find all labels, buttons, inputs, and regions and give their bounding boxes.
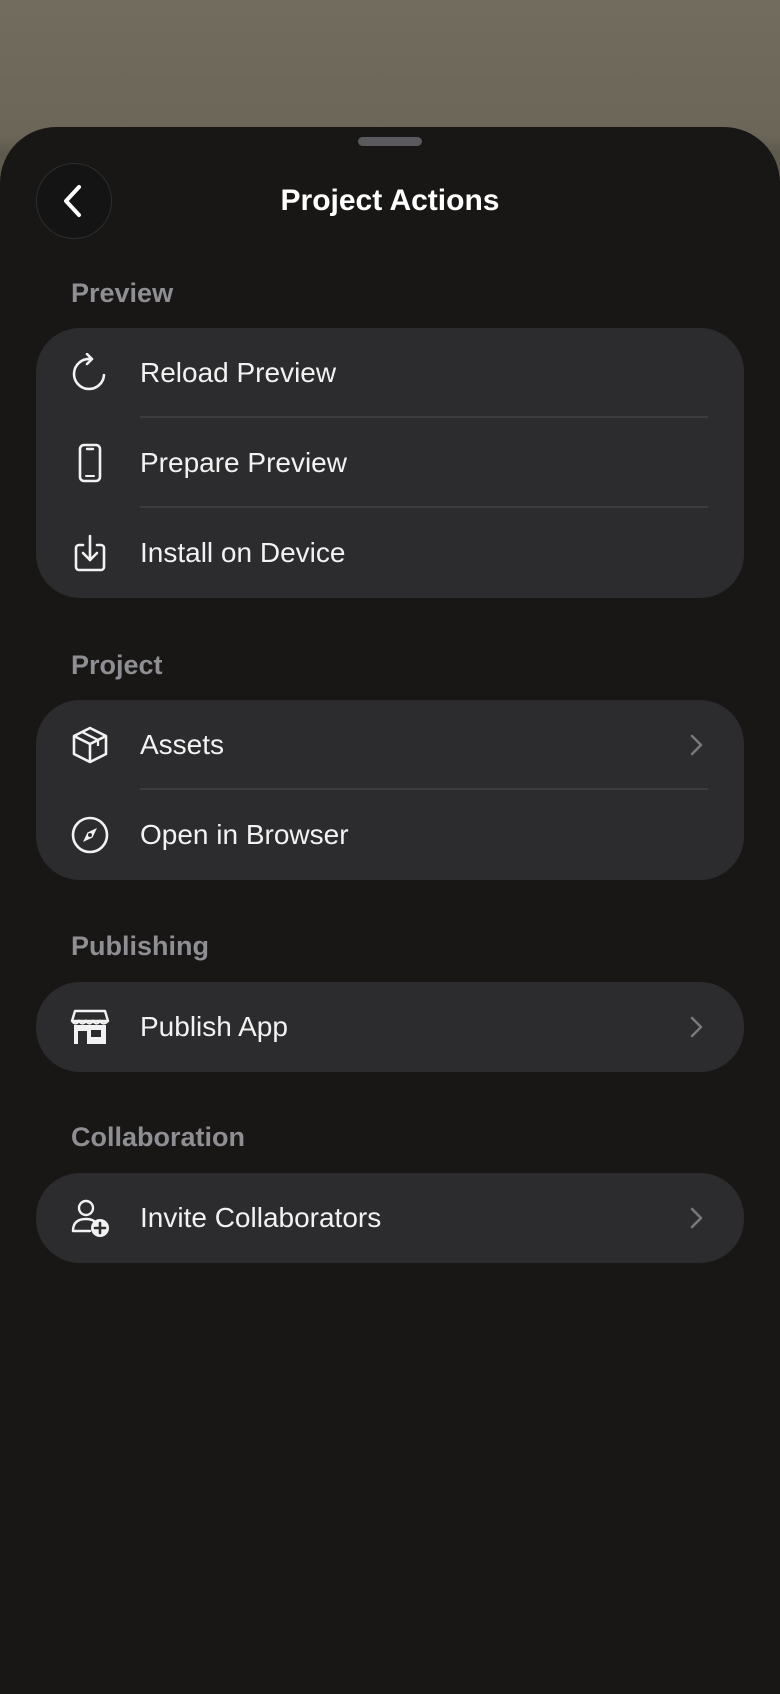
page-title: Project Actions bbox=[280, 184, 500, 217]
invite-collaborators-label: Invite Collaborators bbox=[140, 1202, 382, 1233]
sheet-grabber[interactable] bbox=[358, 137, 422, 146]
cube-icon bbox=[70, 725, 110, 765]
prepare-preview-item[interactable]: Prepare Preview bbox=[36, 418, 744, 508]
chevron-right-icon bbox=[684, 733, 708, 757]
assets-label: Assets bbox=[140, 729, 225, 760]
install-on-device-item[interactable]: Install on Device bbox=[36, 508, 744, 598]
prepare-preview-label: Prepare Preview bbox=[140, 447, 347, 478]
reload-icon bbox=[70, 353, 110, 393]
open-in-browser-item[interactable]: Open in Browser bbox=[36, 790, 744, 880]
compass-icon bbox=[70, 815, 110, 855]
collaboration-group: Invite Collaborators bbox=[36, 1173, 744, 1263]
chevron-right-icon bbox=[684, 1206, 708, 1230]
install-on-device-label: Install on Device bbox=[140, 537, 346, 568]
publish-app-label: Publish App bbox=[140, 1011, 288, 1042]
publishing-group: Publish App bbox=[36, 982, 744, 1072]
person-add-icon bbox=[70, 1198, 110, 1238]
project-group: Assets Open in Browser bbox=[36, 700, 744, 880]
open-in-browser-label: Open in Browser bbox=[140, 819, 349, 850]
assets-item[interactable]: Assets bbox=[36, 700, 744, 790]
preview-group: Reload Preview Prepare Preview Install o… bbox=[36, 328, 744, 598]
reload-preview-label: Reload Preview bbox=[140, 357, 337, 388]
section-label-collaboration: Collaboration bbox=[71, 1122, 245, 1152]
action-sheet: Project Actions Preview Reload Preview P… bbox=[0, 127, 780, 1694]
section-label-publishing: Publishing bbox=[71, 931, 209, 961]
invite-collaborators-item[interactable]: Invite Collaborators bbox=[36, 1173, 744, 1263]
reload-preview-item[interactable]: Reload Preview bbox=[36, 328, 744, 418]
section-label-preview: Preview bbox=[71, 278, 174, 308]
storefront-icon bbox=[70, 1007, 110, 1047]
chevron-right-icon bbox=[684, 1015, 708, 1039]
section-label-project: Project bbox=[71, 650, 163, 680]
download-tray-icon bbox=[70, 533, 110, 573]
phone-icon bbox=[70, 443, 110, 483]
publish-app-item[interactable]: Publish App bbox=[36, 982, 744, 1072]
